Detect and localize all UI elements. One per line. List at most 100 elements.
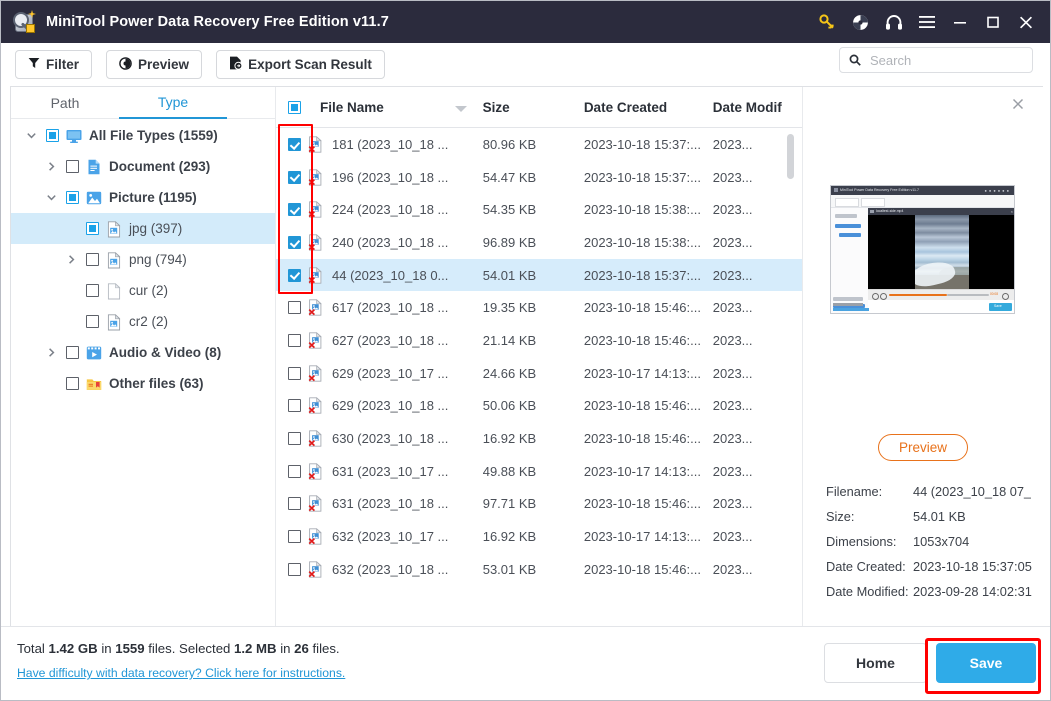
tree-item-all[interactable]: All File Types (1559) [11,120,275,151]
tree-item-picture[interactable]: Picture (1195) [11,182,275,213]
file-list-scrollbar[interactable] [787,134,794,627]
preview-metadata: Filename:44 (2023_10_18 07_Size:54.01 KB… [826,479,1041,604]
cell-file-name: 627 (2023_10_18 ... [323,333,483,348]
row-checkbox[interactable] [288,432,301,445]
tree-item-other[interactable]: Other files (63) [11,368,275,399]
table-row[interactable]: 629 (2023_10_17 ...24.66 KB2023-10-17 14… [276,357,802,390]
minimize-icon[interactable] [943,1,976,43]
maximize-icon[interactable] [976,1,1009,43]
totals-text: Total 1.42 GB in 1559 files. Selected 1.… [17,641,340,656]
tree-item-checkbox[interactable] [86,253,99,266]
chevron-down-icon[interactable] [43,190,59,206]
sort-caret-icon[interactable] [455,106,467,112]
metadata-value: 44 (2023_10_18 07_ [913,484,1031,499]
table-row[interactable]: 44 (2023_10_18 0...54.01 KB2023-10-18 15… [276,259,802,292]
tree-item-checkbox[interactable] [86,222,99,235]
home-button[interactable]: Home [824,643,927,683]
tree-item-document[interactable]: Document (293) [11,151,275,182]
other-files-icon [86,376,102,392]
row-checkbox[interactable] [288,269,301,282]
preview-thumbnail[interactable]: MiniTool Power Data Recovery Free Editio… [830,185,1015,314]
filter-button[interactable]: Filter [15,50,92,79]
disc-icon[interactable] [844,1,877,43]
column-header-file-name[interactable]: File Name [308,100,483,115]
table-row[interactable]: 627 (2023_10_18 ...21.14 KB2023-10-18 15… [276,324,802,357]
cell-size: 19.35 KB [483,300,584,315]
select-all-checkbox[interactable] [288,101,301,114]
app-logo-icon [13,11,35,33]
metadata-row: Dimensions:1053x704 [826,529,1041,554]
menu-icon[interactable] [910,1,943,43]
table-row[interactable]: 224 (2023_10_18 ...54.35 KB2023-10-18 15… [276,193,802,226]
chevron-right-icon[interactable] [63,252,79,268]
cell-file-name: 631 (2023_10_18 ... [323,496,483,511]
tree-item-checkbox[interactable] [46,129,59,142]
row-checkbox[interactable] [288,301,301,314]
table-row[interactable]: 632 (2023_10_18 ...53.01 KB2023-10-18 15… [276,553,802,586]
table-row[interactable]: 632 (2023_10_17 ...16.92 KB2023-10-17 14… [276,520,802,553]
cell-date-created: 2023-10-18 15:46:... [584,562,713,577]
row-checkbox[interactable] [288,138,301,151]
column-header-date-created[interactable]: Date Created [584,100,713,115]
tree-item-jpg[interactable]: jpg (397) [11,213,275,244]
preview-pane: MiniTool Power Data Recovery Free Editio… [803,87,1043,627]
image-file-icon [106,314,122,330]
table-row[interactable]: 631 (2023_10_17 ...49.88 KB2023-10-17 14… [276,455,802,488]
cell-date-created: 2023-10-18 15:38:... [584,235,713,250]
help-link[interactable]: Have difficulty with data recovery? Clic… [17,666,345,680]
row-checkbox[interactable] [288,203,301,216]
table-row[interactable]: 181 (2023_10_18 ...80.96 KB2023-10-18 15… [276,128,802,161]
table-row[interactable]: 631 (2023_10_18 ...97.71 KB2023-10-18 15… [276,488,802,521]
column-header-size[interactable]: Size [483,100,584,115]
search-input[interactable] [868,52,1012,69]
key-icon[interactable] [811,1,844,43]
tree-item-cr2[interactable]: cr2 (2) [11,306,275,337]
file-list-scrollbar-thumb[interactable] [787,134,794,179]
tree-item-audio[interactable]: Audio & Video (8) [11,337,275,368]
cell-file-name: 632 (2023_10_18 ... [323,562,483,577]
tree-item-checkbox[interactable] [66,160,79,173]
filter-label: Filter [46,58,79,72]
chevron-right-icon[interactable] [43,159,59,175]
chevron-down-icon[interactable] [23,128,39,144]
preview-button[interactable]: Preview [106,50,202,79]
table-row[interactable]: 240 (2023_10_18 ...96.89 KB2023-10-18 15… [276,226,802,259]
tree-item-checkbox[interactable] [86,284,99,297]
tree-item-checkbox[interactable] [86,315,99,328]
headphones-icon[interactable] [877,1,910,43]
tree-item-label: Audio & Video (8) [109,345,221,360]
footer-bar: Total 1.42 GB in 1559 files. Selected 1.… [1,626,1051,700]
tab-type[interactable]: Type [119,87,227,119]
tree-item-checkbox[interactable] [66,346,79,359]
close-icon[interactable] [1009,1,1042,43]
cell-date-created: 2023-10-18 15:46:... [584,431,713,446]
preview-action-button[interactable]: Preview [878,434,968,461]
thumbnail-window-title: MiniTool Power Data Recovery Free Editio… [840,188,919,192]
table-row[interactable]: 629 (2023_10_18 ...50.06 KB2023-10-18 15… [276,390,802,423]
tree-item-checkbox[interactable] [66,191,79,204]
column-header-date-modified[interactable]: Date Modif [713,100,802,115]
close-preview-icon[interactable] [1009,95,1027,113]
row-checkbox[interactable] [288,171,301,184]
tab-path[interactable]: Path [11,87,119,119]
row-checkbox[interactable] [288,367,301,380]
row-checkbox[interactable] [288,465,301,478]
table-row[interactable]: 630 (2023_10_18 ...16.92 KB2023-10-18 15… [276,422,802,455]
cell-size: 24.66 KB [483,366,584,381]
row-checkbox[interactable] [288,497,301,510]
tree-item-cur[interactable]: cur (2) [11,275,275,306]
row-checkbox[interactable] [288,563,301,576]
export-label: Export Scan Result [248,58,372,72]
table-row[interactable]: 196 (2023_10_18 ...54.47 KB2023-10-18 15… [276,161,802,194]
row-checkbox[interactable] [288,399,301,412]
export-scan-result-button[interactable]: Export Scan Result [216,50,385,79]
search-box[interactable] [839,47,1033,73]
save-button[interactable]: Save [936,643,1036,683]
tree-item-checkbox[interactable] [66,377,79,390]
tree-item-png[interactable]: png (794) [11,244,275,275]
table-row[interactable]: 617 (2023_10_18 ...19.35 KB2023-10-18 15… [276,291,802,324]
chevron-right-icon[interactable] [43,345,59,361]
row-checkbox[interactable] [288,334,301,347]
row-checkbox[interactable] [288,530,301,543]
row-checkbox[interactable] [288,236,301,249]
